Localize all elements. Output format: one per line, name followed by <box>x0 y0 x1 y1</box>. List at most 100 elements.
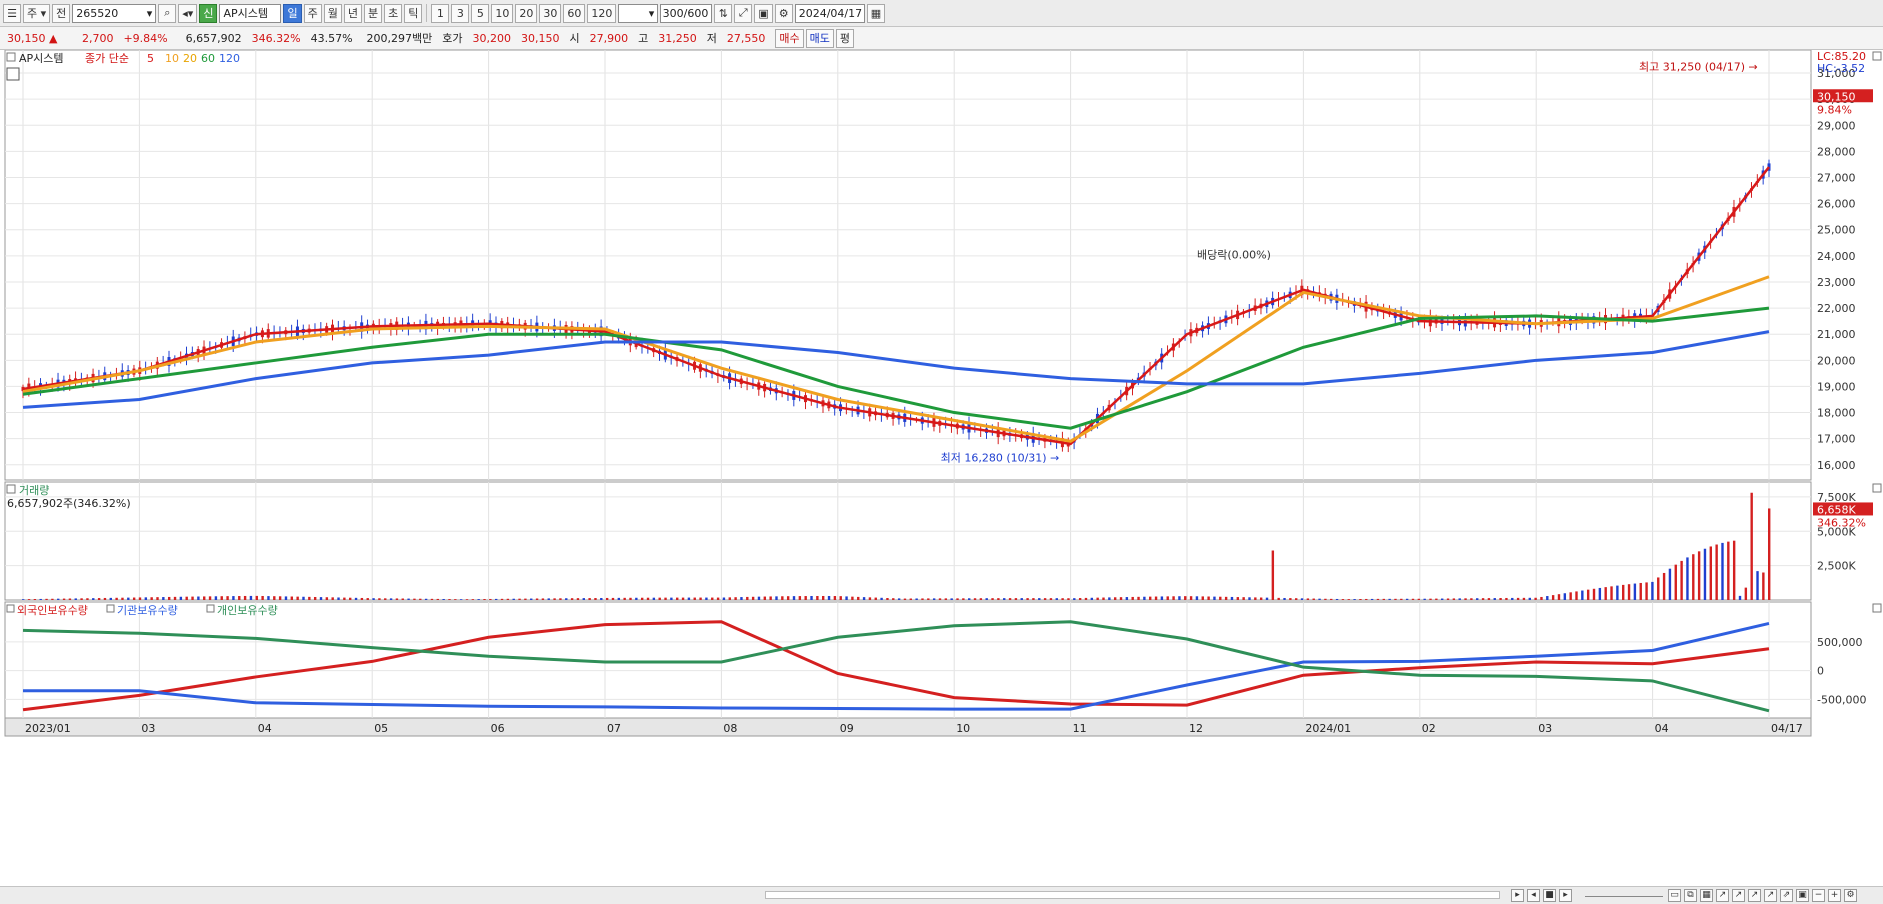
volume-bar <box>1762 572 1765 600</box>
buy-button[interactable]: 매수 <box>775 28 804 48</box>
multiplier-3[interactable]: 3 <box>451 3 470 23</box>
volume-bar <box>880 597 883 600</box>
volume-bar <box>1481 598 1485 600</box>
stock-chart-canvas[interactable]: 2023/01 03 04 05 06 07 08 09 10 11 12 2024/01 02 03 04… <box>0 50 1883 886</box>
volume-bar <box>68 598 72 600</box>
stock-name-field[interactable]: AP시스템 <box>219 3 282 23</box>
volume-bar <box>967 598 971 600</box>
grid-icon[interactable]: ▦ <box>1700 889 1713 902</box>
volume-bar <box>1674 564 1677 600</box>
volume-bar <box>1557 594 1561 600</box>
multiplier-120[interactable]: 120 <box>587 3 617 23</box>
ma-period-60: 60 <box>201 52 215 65</box>
volume-bar <box>401 598 404 600</box>
draw-channel-icon[interactable]: ⇗ <box>1780 889 1793 902</box>
volume-bar <box>1201 596 1204 600</box>
volume-bar <box>203 596 206 600</box>
multiplier-10[interactable]: 10 <box>491 3 514 23</box>
volume-bar <box>243 595 247 600</box>
timeframe-minute[interactable]: 분 <box>363 3 383 23</box>
volume-bar <box>179 596 183 600</box>
timeframe-second[interactable]: 초 <box>384 3 403 23</box>
scroll-right-icon[interactable]: ▸ <box>1511 889 1524 902</box>
prev-stock-icon[interactable]: ◂▾ <box>178 3 198 23</box>
x-axis-label: 11 <box>1073 722 1087 735</box>
volume-bar <box>173 596 177 600</box>
chevron-down-icon[interactable]: ▾ <box>147 7 153 20</box>
evaluate-button[interactable]: 평 <box>835 28 855 48</box>
volume-bar <box>991 598 994 600</box>
gear-icon[interactable]: ⚙ <box>774 3 793 23</box>
x-axis-label: 08 <box>723 722 737 735</box>
volume-bar <box>459 599 463 600</box>
minus-icon[interactable]: − <box>1812 889 1825 902</box>
timeframe-month[interactable]: 월 <box>323 3 342 23</box>
window-menu-icon[interactable]: ☰ <box>3 3 21 23</box>
volume-bar <box>804 596 807 600</box>
screenshot-icon[interactable]: ▣ <box>1796 889 1809 902</box>
volume-bar <box>944 598 948 600</box>
volume-bar <box>845 596 848 600</box>
volume-bar <box>127 597 130 600</box>
draw-fib-icon[interactable]: ↗ <box>1764 889 1777 902</box>
change-percent: +9.84% <box>123 31 168 45</box>
timeframe-year[interactable]: 년 <box>343 3 362 23</box>
volume-bar <box>1680 560 1683 600</box>
volume-bar <box>565 598 568 600</box>
volume-bar <box>343 597 346 600</box>
stock-badge: 신 <box>199 3 218 23</box>
volume-bar <box>1505 597 1508 600</box>
volume-bar <box>448 599 451 600</box>
stock-code-input[interactable]: 265520 ▾ <box>72 3 157 23</box>
indicator-settings-icon[interactable]: ⇅ <box>714 3 733 23</box>
volume-bar <box>1295 598 1298 600</box>
zoom-icon[interactable]: ⤢ <box>734 3 753 23</box>
zoom-slider[interactable] <box>1585 893 1663 897</box>
volume-bar <box>354 597 358 600</box>
volume-bar <box>477 599 480 600</box>
volume-bar <box>220 596 223 600</box>
x-axis-label: 03 <box>141 722 155 735</box>
market-selector[interactable]: 전 <box>52 3 71 23</box>
rewind-icon[interactable]: ◂ <box>1527 889 1540 902</box>
multiplier-30[interactable]: 30 <box>539 3 562 23</box>
layout-icon[interactable]: ▭ <box>1668 889 1681 902</box>
volume-panel <box>4 481 1812 601</box>
draw-line-icon[interactable]: ↗ <box>1716 889 1729 902</box>
multiplier-60[interactable]: 60 <box>563 3 586 23</box>
horizontal-scrollbar[interactable] <box>765 891 1500 899</box>
timeframe-day[interactable]: 일 <box>283 3 302 23</box>
search-icon[interactable]: ⌕ <box>158 3 177 23</box>
save-icon[interactable]: ▣ <box>754 3 773 23</box>
settings-small-icon[interactable]: ⚙ <box>1844 889 1857 902</box>
draw-ray-icon[interactable]: ↗ <box>1732 889 1745 902</box>
ma-label: 종가 단순 <box>85 52 129 65</box>
bar-count-field[interactable]: 300/600 <box>660 3 713 23</box>
forward-icon[interactable]: ▸ <box>1559 889 1572 902</box>
volume-bar <box>1049 598 1053 600</box>
copy-icon[interactable]: ⧉ <box>1684 889 1697 902</box>
volume-bar <box>33 599 37 600</box>
draw-arrow-icon[interactable]: ↗ <box>1748 889 1761 902</box>
sell-button[interactable]: 매도 <box>805 28 834 48</box>
period-dropdown[interactable]: 주 ▾ <box>23 3 51 23</box>
volume-bar <box>582 598 585 600</box>
volume-bar <box>197 596 200 600</box>
multiplier-20[interactable]: 20 <box>515 3 538 23</box>
volume-bar <box>1499 598 1502 600</box>
turnover-rate: 43.57% <box>310 31 353 45</box>
panel-collapse-icon <box>1872 51 1882 61</box>
timeframe-tick[interactable]: 틱 <box>404 3 423 23</box>
volume-bar <box>1043 598 1047 600</box>
volume-bar <box>1184 596 1187 600</box>
volume-bar <box>249 595 253 600</box>
multiplier-5[interactable]: 5 <box>471 3 490 23</box>
calendar-icon[interactable]: ▦ <box>866 3 886 23</box>
plus-icon[interactable]: + <box>1828 889 1841 902</box>
custom-interval-dropdown[interactable]: ▾ <box>618 3 659 23</box>
timeframe-week[interactable]: 주 <box>303 3 322 23</box>
volume-bar <box>226 596 229 600</box>
stop-icon[interactable]: ■ <box>1543 889 1556 902</box>
multiplier-1[interactable]: 1 <box>431 3 450 23</box>
date-field[interactable]: 2024/04/17 <box>794 3 865 23</box>
